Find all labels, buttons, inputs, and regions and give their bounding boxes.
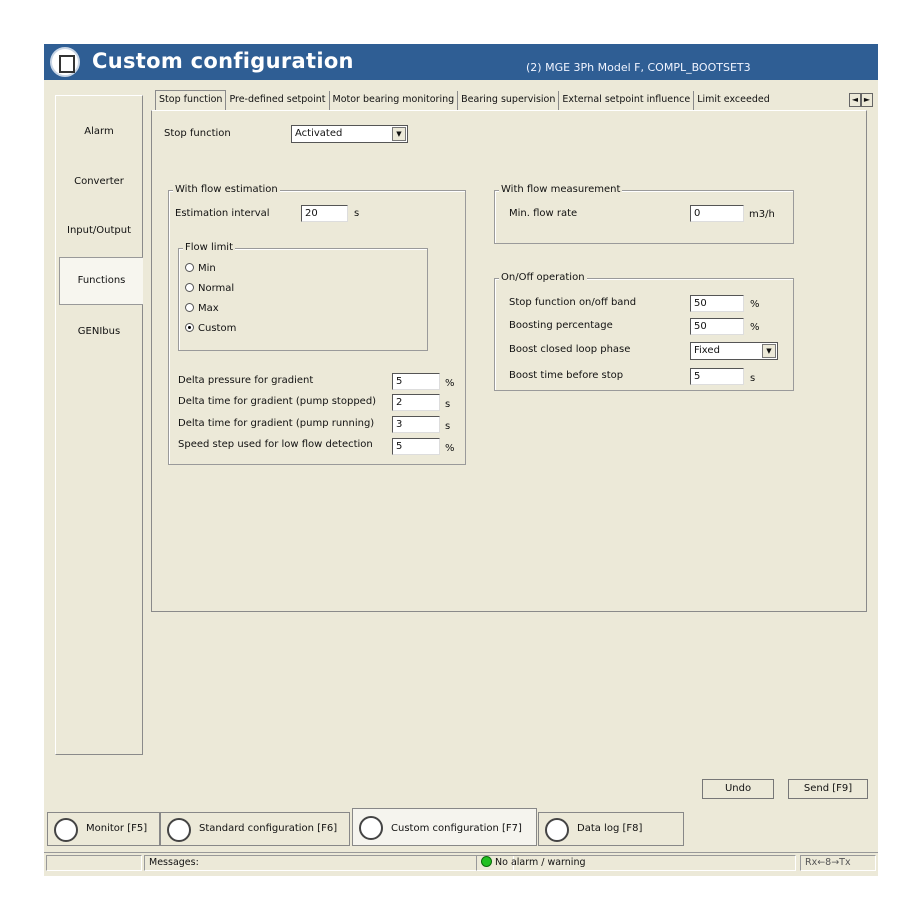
boost-time-field[interactable]: 5 xyxy=(690,368,744,385)
sidebar-item-genibus[interactable]: GENIbus xyxy=(56,326,142,337)
estimation-interval-field[interactable]: 20 xyxy=(301,205,348,222)
unit-label: % xyxy=(750,322,760,333)
alarm-text: No alarm / warning xyxy=(495,857,586,868)
tab-external-setpoint-influence[interactable]: External setpoint influence xyxy=(559,91,695,111)
estimation-interval-label: Estimation interval xyxy=(175,208,270,219)
sidebar-item-converter[interactable]: Converter xyxy=(56,176,142,187)
radio-label: Custom xyxy=(198,323,237,334)
radio-custom[interactable]: Custom xyxy=(185,323,236,334)
sidebar-item-input-output[interactable]: Input/Output xyxy=(56,225,142,236)
messages-label: Messages: xyxy=(144,855,514,871)
boost-time-label: Boost time before stop xyxy=(509,370,624,381)
undo-button[interactable]: Undo xyxy=(702,779,774,799)
sidebar-item-alarm[interactable]: Alarm xyxy=(56,126,142,137)
radio-selected-icon xyxy=(185,323,194,332)
tab-pre-defined-setpoint[interactable]: Pre-defined setpoint xyxy=(226,91,330,111)
delta-pressure-label: Delta pressure for gradient xyxy=(178,375,314,386)
sidebar-item-label: GENIbus xyxy=(77,326,121,337)
standard-config-icon xyxy=(167,818,191,842)
tab-label: Monitor [F5] xyxy=(86,823,148,834)
min-flow-field[interactable]: 0 xyxy=(690,205,744,222)
unit-label: % xyxy=(750,299,760,310)
tab-custom-configuration[interactable]: Custom configuration [F7] xyxy=(352,808,537,846)
group-title: With flow estimation xyxy=(173,184,280,195)
radio-min[interactable]: Min xyxy=(185,263,216,274)
scroll-right-icon[interactable]: ► xyxy=(861,93,873,107)
tab-label: Custom configuration [F7] xyxy=(391,823,522,834)
delta-time-stopped-label: Delta time for gradient (pump stopped) xyxy=(178,396,377,407)
alarm-status: No alarm / warning xyxy=(476,855,796,871)
status-ok-icon xyxy=(481,856,492,867)
tab-bearing-supervision[interactable]: Bearing supervision xyxy=(458,91,560,111)
chevron-down-icon[interactable]: ▼ xyxy=(392,127,406,141)
radio-label: Max xyxy=(198,303,219,314)
onoff-band-label: Stop function on/off band xyxy=(509,297,637,308)
tab-label: Standard configuration [F6] xyxy=(199,823,338,834)
delta-time-running-field[interactable]: 3 xyxy=(392,416,440,433)
radio-icon xyxy=(185,303,194,312)
tab-limit-exceeded[interactable]: Limit exceeded xyxy=(694,91,773,111)
radio-normal[interactable]: Normal xyxy=(185,283,234,294)
chevron-down-icon[interactable]: ▼ xyxy=(762,344,776,358)
magnifier-icon xyxy=(54,818,78,842)
speed-step-field[interactable]: 5 xyxy=(392,438,440,455)
radio-icon xyxy=(185,263,194,272)
unit-label: s xyxy=(445,399,451,410)
radio-label: Min xyxy=(198,263,216,274)
tab-scroll: ◄ ► xyxy=(849,93,873,107)
tab-monitor[interactable]: Monitor [F5] xyxy=(47,812,160,846)
sidebar-item-label: Functions xyxy=(77,275,126,286)
unit-label: % xyxy=(445,443,455,454)
sidebar-item-label: Input/Output xyxy=(67,225,131,236)
tab-standard-configuration[interactable]: Standard configuration [F6] xyxy=(160,812,350,846)
sidebar-item-label: Alarm xyxy=(84,126,114,137)
group-title: Flow limit xyxy=(183,242,236,253)
min-flow-label: Min. flow rate xyxy=(509,208,578,219)
stop-function-select[interactable]: Activated ▼ xyxy=(291,125,408,143)
boost-phase-label: Boost closed loop phase xyxy=(509,344,631,355)
speed-step-label: Speed step used for low flow detection xyxy=(178,439,373,450)
comm-indicator: Rx←8→Tx xyxy=(800,855,876,871)
sidebar-item-label: Converter xyxy=(74,176,124,187)
boost-percentage-label: Boosting percentage xyxy=(509,320,613,331)
device-label: (2) MGE 3Ph Model F, COMPL_BOOTSET3 xyxy=(526,61,751,74)
group-title: On/Off operation xyxy=(499,272,587,283)
unit-label: % xyxy=(445,378,455,389)
delta-time-stopped-field[interactable]: 2 xyxy=(392,394,440,411)
sidebar-item-functions[interactable]: Functions xyxy=(59,257,143,305)
tab-stop-function[interactable]: Stop function xyxy=(155,90,227,110)
unit-label: s xyxy=(445,421,451,432)
unit-label: s xyxy=(750,373,756,384)
boost-percentage-field[interactable]: 50 xyxy=(690,318,744,335)
stop-function-value: Activated xyxy=(295,128,343,139)
boost-phase-value: Fixed xyxy=(694,345,720,356)
status-bar: Messages: No alarm / warning Rx←8→Tx xyxy=(44,852,878,872)
status-cell-empty xyxy=(46,855,142,871)
custom-config-icon xyxy=(359,816,383,840)
boost-phase-select[interactable]: Fixed ▼ xyxy=(690,342,778,360)
delta-pressure-field[interactable]: 5 xyxy=(392,373,440,390)
tab-strip: Stop function Pre-defined setpoint Motor b… xyxy=(155,90,773,111)
page-title: Custom configuration xyxy=(92,49,354,73)
title-bar: Custom configuration (2) MGE 3Ph Model F… xyxy=(44,44,878,80)
unit-label: m3/h xyxy=(749,209,775,220)
tab-data-log[interactable]: Data log [F8] xyxy=(538,812,684,846)
delta-time-running-label: Delta time for gradient (pump running) xyxy=(178,418,375,429)
tab-label: Data log [F8] xyxy=(577,823,643,834)
group-title: With flow measurement xyxy=(499,184,623,195)
custom-config-icon xyxy=(50,47,80,77)
tab-motor-bearing-monitoring[interactable]: Motor bearing monitoring xyxy=(330,91,459,111)
send-button[interactable]: Send [F9] xyxy=(788,779,868,799)
data-log-icon xyxy=(545,818,569,842)
radio-icon xyxy=(185,283,194,292)
onoff-band-field[interactable]: 50 xyxy=(690,295,744,312)
scroll-left-icon[interactable]: ◄ xyxy=(849,93,861,107)
radio-label: Normal xyxy=(198,283,235,294)
stop-function-label: Stop function xyxy=(164,128,231,139)
radio-max[interactable]: Max xyxy=(185,303,219,314)
sidebar: Alarm Converter Input/Output Functions G… xyxy=(55,95,143,755)
unit-label: s xyxy=(354,208,360,219)
